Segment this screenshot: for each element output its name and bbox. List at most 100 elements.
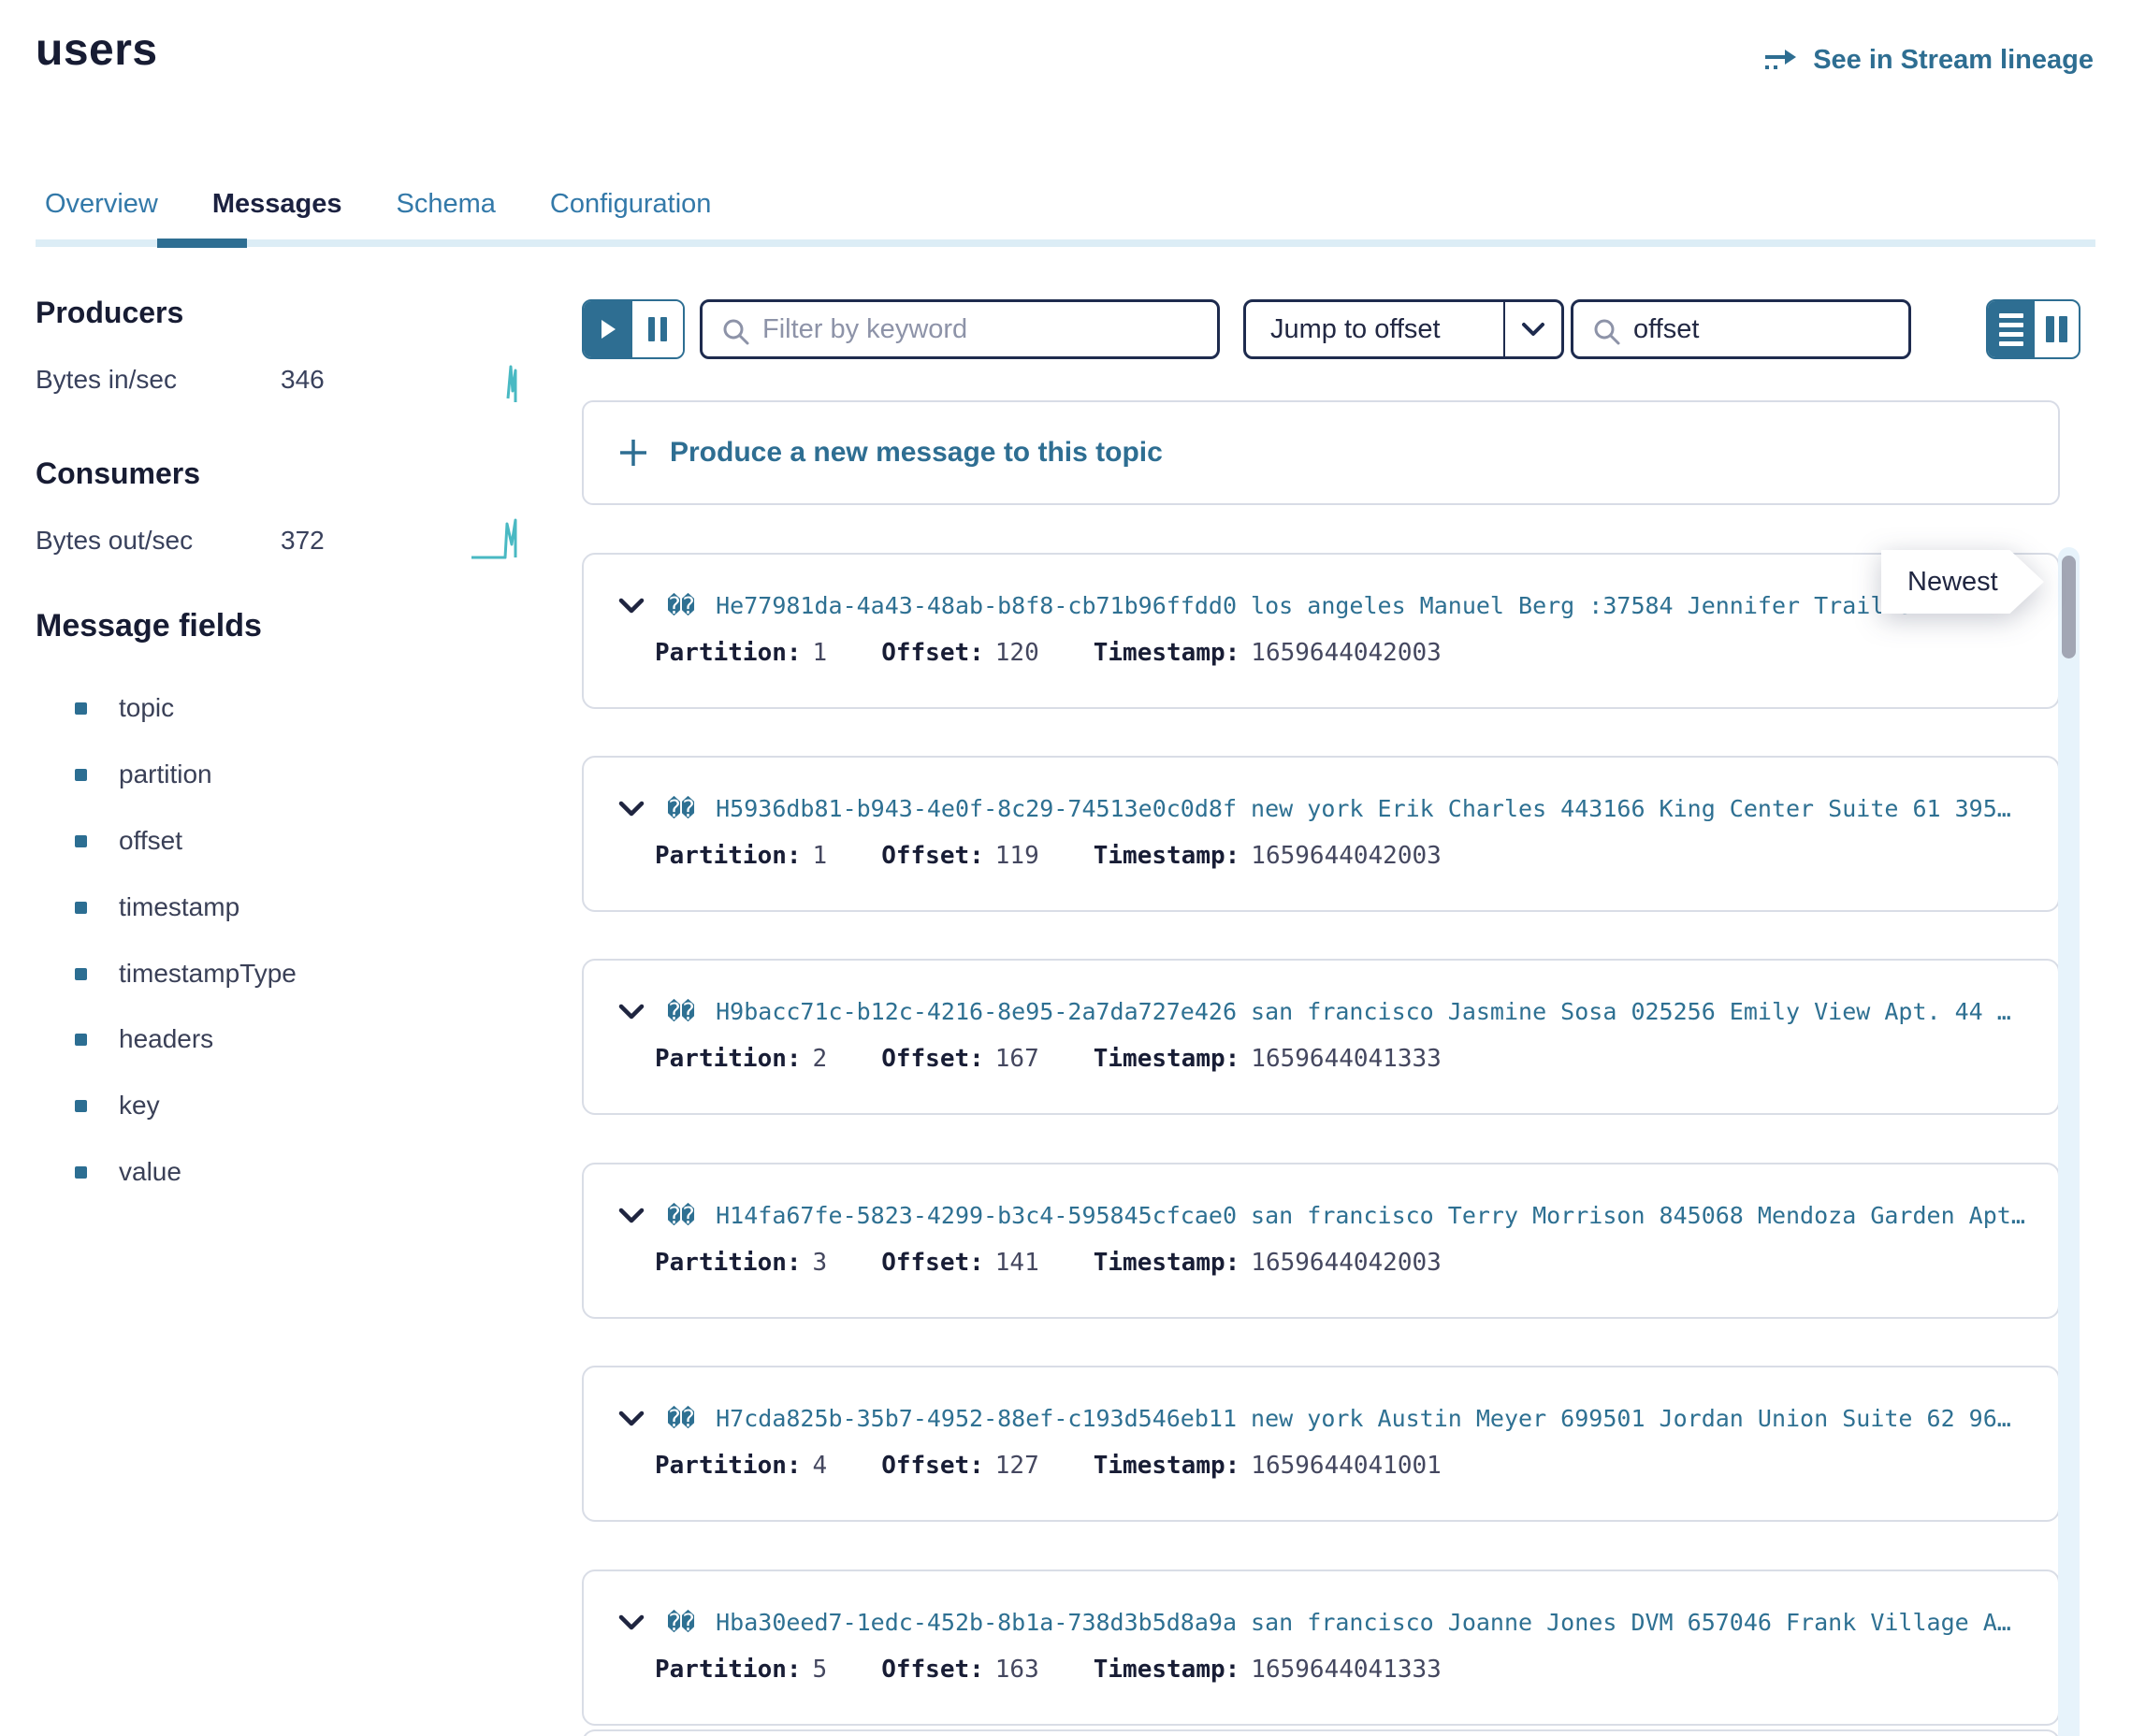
scrollbar-thumb[interactable] (2062, 556, 2076, 658)
message-field-topic: topic (75, 693, 174, 723)
stream-lineage-link[interactable]: See in Stream lineage (1762, 45, 2094, 76)
partition-label: Partition: (655, 1452, 802, 1480)
play-button[interactable] (584, 301, 632, 357)
offset-label: Offset: (881, 1656, 984, 1684)
message-field-headers: headers (75, 1024, 213, 1054)
bytes-out-value: 372 (281, 526, 325, 556)
message-field-label: headers (119, 1024, 213, 1054)
message-field-label: topic (119, 693, 174, 723)
bytes-in-label: Bytes in/sec (36, 365, 177, 395)
plus-icon (617, 437, 649, 469)
tab-configuration[interactable]: Configuration (550, 189, 712, 220)
offset-value: 119 (995, 842, 1039, 870)
newest-tooltip-label: Newest (1881, 550, 2044, 614)
partition-label: Partition: (655, 1249, 802, 1277)
timestamp-value: 1659644042003 (1251, 639, 1442, 667)
bullet-icon (75, 835, 87, 847)
message-field-value: value (75, 1157, 181, 1187)
bullet-icon (75, 1100, 87, 1112)
bytes-in-sparkline-icon (503, 361, 524, 406)
column-view-button[interactable] (2035, 301, 2079, 357)
message-summary: H14fa67fe-5823-4299-b3c4-595845cfcae0 sa… (716, 1202, 2025, 1229)
message-field-label: timestampType (119, 959, 297, 989)
chevron-down-icon (1520, 321, 1546, 338)
message-meta: Partition:2Offset:167Timestamp:165964404… (655, 1045, 1496, 1073)
key-bytes-glyphs: �� (667, 1202, 695, 1229)
key-bytes-glyphs: �� (667, 1405, 695, 1432)
tab-overview[interactable]: Overview (45, 189, 158, 220)
produce-message-button[interactable]: Produce a new message to this topic (582, 400, 2060, 505)
chevron-down-icon[interactable] (616, 1613, 646, 1633)
message-row[interactable]: �� H7cda825b-35b7-4952-88ef-c193d546eb11… (582, 1366, 2060, 1522)
message-field-timestamp: timestamp (75, 892, 239, 922)
chevron-down-icon[interactable] (616, 1002, 646, 1022)
page-title: users (36, 24, 158, 76)
partition-value: 5 (813, 1656, 828, 1684)
message-row[interactable]: �� H14fa67fe-5823-4299-b3c4-595845cfcae0… (582, 1163, 2060, 1319)
message-field-key: key (75, 1091, 160, 1121)
tab-messages[interactable]: Messages (212, 189, 342, 220)
bytes-out-sparkline-icon (470, 514, 529, 563)
tab-bar: Overview Messages Schema Configuration (45, 189, 711, 220)
offset-value: 163 (995, 1656, 1039, 1684)
partition-label: Partition: (655, 1656, 802, 1684)
timestamp-label: Timestamp: (1094, 639, 1240, 667)
scrollbar-track[interactable] (2058, 547, 2080, 1736)
list-view-icon (1999, 323, 2023, 327)
filter-keyword-field (700, 299, 1220, 359)
message-field-offset: offset (75, 826, 182, 856)
chevron-down-icon[interactable] (616, 1206, 646, 1226)
message-summary: H9bacc71c-b12c-4216-8e95-2a7da727e426 sa… (716, 998, 2011, 1025)
timestamp-label: Timestamp: (1094, 1249, 1240, 1277)
message-row[interactable]: �� Hba30eed7-1edc-452b-8b1a-738d3b5d8a9a… (582, 1570, 2060, 1726)
offset-label: Offset: (881, 842, 984, 870)
pause-icon (648, 317, 655, 341)
chevron-down-icon[interactable] (616, 596, 646, 616)
timestamp-value: 1659644042003 (1251, 1249, 1442, 1277)
view-mode-toggle (1986, 299, 2080, 359)
offset-label: Offset: (881, 1452, 984, 1480)
message-summary: Hba30eed7-1edc-452b-8b1a-738d3b5d8a9a sa… (716, 1609, 2011, 1636)
message-field-label: offset (119, 826, 182, 856)
list-view-icon (1999, 313, 2023, 318)
jump-to-offset-select[interactable]: Jump to offset (1243, 299, 1564, 359)
key-bytes-glyphs: �� (667, 592, 695, 619)
produce-message-label: Produce a new message to this topic (670, 437, 1163, 469)
offset-label: Offset: (881, 1045, 984, 1073)
partition-value: 4 (813, 1452, 828, 1480)
message-row[interactable]: �� H5936db81-b943-4e0f-8c29-74513e0c0d8f… (582, 756, 2060, 912)
timestamp-label: Timestamp: (1094, 1452, 1240, 1480)
message-row[interactable]: �� H9bacc71c-b12c-4216-8e95-2a7da727e426… (582, 959, 2060, 1115)
timestamp-value: 1659644041333 (1251, 1656, 1442, 1684)
message-field-label: value (119, 1157, 181, 1187)
message-field-label: timestamp (119, 892, 239, 922)
timestamp-value: 1659644041001 (1251, 1452, 1442, 1480)
message-field-timestamptype: timestampType (75, 959, 297, 989)
message-fields-heading: Message fields (36, 608, 262, 644)
chevron-down-icon[interactable] (616, 799, 646, 819)
partition-value: 2 (813, 1045, 828, 1073)
pause-button[interactable] (632, 301, 683, 357)
timestamp-label: Timestamp: (1094, 842, 1240, 870)
bullet-icon (75, 1166, 87, 1179)
offset-search-field (1571, 299, 1911, 359)
chevron-down-icon[interactable] (616, 1409, 646, 1429)
key-bytes-glyphs: �� (667, 998, 695, 1025)
next-message-row-partial (582, 1729, 2060, 1736)
key-bytes-glyphs: �� (667, 1609, 695, 1636)
timestamp-value: 1659644042003 (1251, 842, 1442, 870)
list-view-button[interactable] (1988, 301, 2035, 357)
jump-to-offset-value: Jump to offset (1246, 314, 1503, 345)
message-meta: Partition:1Offset:119Timestamp:165964404… (655, 842, 1496, 870)
columns-icon (2059, 316, 2067, 342)
play-pause-toggle (582, 299, 685, 359)
list-view-icon (1999, 332, 2023, 337)
select-divider (1503, 302, 1561, 356)
message-row[interactable]: �� He77981da-4a43-48ab-b8f8-cb71b96ffdd0… (582, 553, 2060, 709)
filter-keyword-input[interactable] (703, 302, 1217, 356)
list-view-icon (1999, 341, 2023, 346)
consumers-heading: Consumers (36, 456, 200, 491)
tab-schema[interactable]: Schema (397, 189, 496, 220)
offset-search-input[interactable] (1573, 302, 1908, 356)
offset-value: 127 (995, 1452, 1039, 1480)
